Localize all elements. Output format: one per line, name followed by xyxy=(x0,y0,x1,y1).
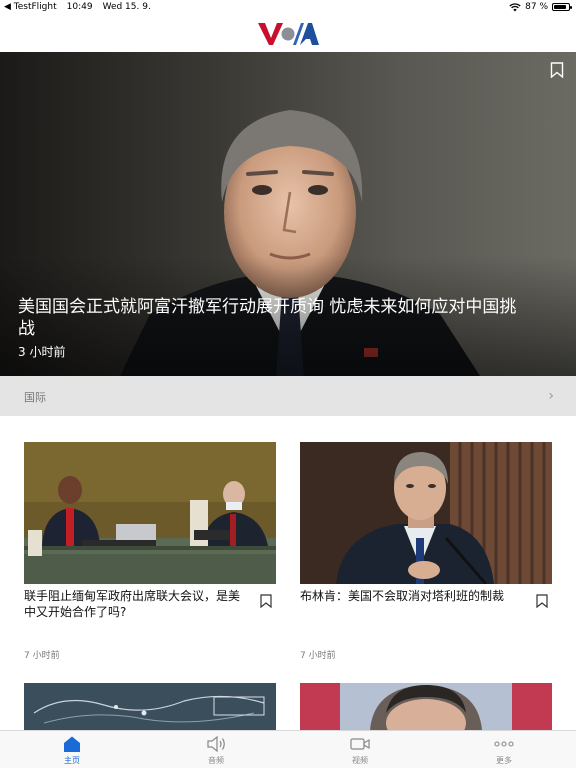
tab-label: 视频 xyxy=(352,756,368,765)
battery-level-fill xyxy=(554,5,567,9)
hero-story[interactable]: 美国国会正式就阿富汗撤军行动展开质询 忧虑未来如何应对中国挑战 3 小时前 xyxy=(0,52,576,376)
article-thumbnail xyxy=(300,442,552,584)
tab-label: 音频 xyxy=(208,756,224,765)
article-timestamp: 7 小时前 xyxy=(300,651,336,661)
bottom-tab-bar: 主页 音频 视频 更多 xyxy=(0,730,576,768)
hero-headline[interactable]: 美国国会正式就阿富汗撤军行动展开质询 忧虑未来如何应对中国挑战 xyxy=(18,296,518,340)
bookmark-icon[interactable] xyxy=(536,594,548,608)
hero-timestamp: 3 小时前 xyxy=(18,345,66,359)
tab-audio[interactable]: 音频 xyxy=(176,735,256,766)
article-thumbnail xyxy=(24,442,276,584)
speaker-icon xyxy=(207,735,225,753)
voa-logo[interactable] xyxy=(256,21,320,47)
article-timestamp: 7 小时前 xyxy=(24,651,60,661)
status-date: Wed 15. 9. xyxy=(102,2,151,12)
status-bar: ◀ TestFlight 10:49 Wed 15. 9. 87 % xyxy=(0,0,576,16)
video-camera-icon xyxy=(350,738,370,750)
status-time: 10:49 xyxy=(66,2,93,12)
home-icon xyxy=(64,736,80,752)
article-headline[interactable]: 联手阻止缅甸军政府出席联大会议，是美中又开始合作了吗? xyxy=(24,588,246,620)
tab-video[interactable]: 视频 xyxy=(320,735,400,766)
back-to-testflight-link[interactable]: ◀ TestFlight xyxy=(4,2,57,12)
section-header-international[interactable]: 国际 › xyxy=(0,376,576,416)
section-title: 国际 xyxy=(24,391,46,404)
article-headline[interactable]: 布林肯：美国不会取消对塔利班的制裁 xyxy=(300,588,522,604)
tab-home[interactable]: 主页 xyxy=(32,735,112,766)
tab-label: 主页 xyxy=(64,756,80,765)
battery-icon xyxy=(552,3,572,11)
article-thumbnail-partial[interactable] xyxy=(300,683,552,730)
article-thumbnail-partial[interactable] xyxy=(24,683,276,730)
more-icon xyxy=(494,741,514,747)
chevron-right-icon: › xyxy=(548,388,554,404)
battery-percent: 87 % xyxy=(525,2,548,12)
app-header xyxy=(0,16,576,52)
wifi-icon xyxy=(509,2,521,11)
tab-label: 更多 xyxy=(496,756,512,765)
app-screen: ◀ TestFlight 10:49 Wed 15. 9. 87 % 美国国会正… xyxy=(0,0,576,768)
bookmark-icon[interactable] xyxy=(550,62,564,78)
tab-more[interactable]: 更多 xyxy=(464,735,544,766)
bookmark-icon[interactable] xyxy=(260,594,272,608)
